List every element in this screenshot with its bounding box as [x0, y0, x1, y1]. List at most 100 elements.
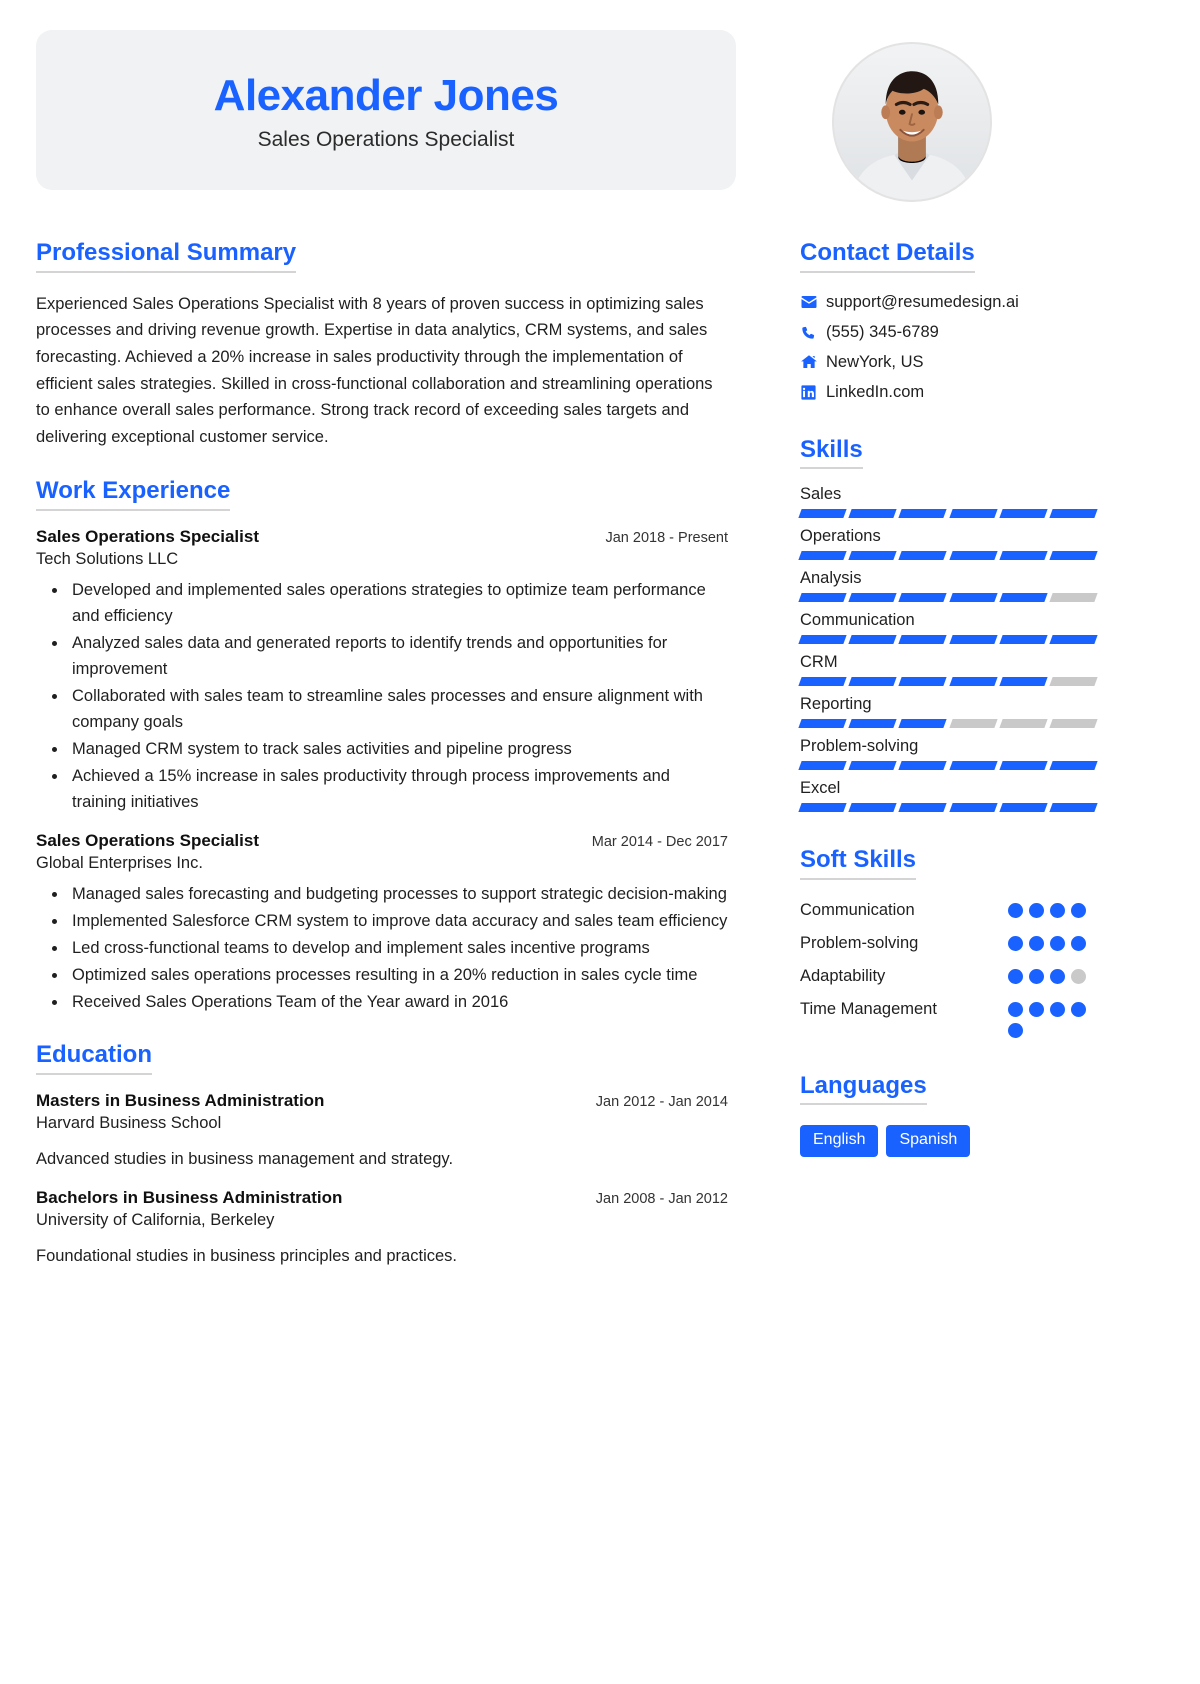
skill-segment	[898, 593, 948, 603]
skill-segment	[948, 719, 998, 729]
experience-entry: Sales Operations Specialist Mar 2014 - De…	[36, 831, 728, 1015]
skill-segment	[798, 593, 847, 603]
experience-company: Tech Solutions LLC	[36, 549, 179, 568]
skill-segment	[798, 803, 847, 813]
language-chip[interactable]: English	[800, 1125, 879, 1157]
experience-bullet: Received Sales Operations Team of the Ye…	[68, 989, 728, 1015]
soft-skill-dots	[1008, 898, 1100, 918]
education-entry-list: Masters in Business Administration Jan 20…	[36, 1091, 728, 1269]
skill-segment	[848, 803, 897, 813]
main-column: Professional Summary Experienced Sales O…	[36, 239, 736, 1294]
skill-segment	[798, 509, 847, 519]
contact-item[interactable]: support@resumedesign.ai	[800, 293, 1100, 312]
language-chip[interactable]: Spanish	[886, 1125, 971, 1157]
skill-segment	[948, 803, 998, 813]
experience-date-range: Jan 2018 - Present	[605, 529, 728, 546]
soft-skill-dot	[1029, 1001, 1044, 1017]
contact-value: LinkedIn.com	[826, 382, 925, 401]
avatar-photo-icon	[834, 44, 990, 200]
section-heading-skills: Skills	[800, 436, 863, 470]
section-soft-skills: Soft Skills Communication Problem-solving…	[800, 846, 1100, 1038]
skill-level-bar	[798, 593, 1098, 603]
skill-name: Excel	[800, 779, 841, 798]
skill-segment	[999, 761, 1048, 771]
contact-value: support@resumedesign.ai	[826, 292, 1019, 311]
resume-body: Professional Summary Experienced Sales O…	[36, 239, 1164, 1294]
skill-row: Excel	[798, 779, 1100, 813]
education-entry: Bachelors in Business Administration Jan …	[36, 1188, 728, 1269]
experience-bullet: Managed sales forecasting and budgeting …	[68, 881, 728, 907]
skill-name: Operations	[800, 527, 881, 546]
contact-value: NewYork, US	[826, 352, 924, 371]
skill-row: Analysis	[798, 569, 1100, 603]
phone-icon	[800, 324, 826, 341]
education-description: Advanced studies in business management …	[36, 1149, 454, 1168]
envelope-icon	[800, 293, 826, 311]
education-entry-header: Masters in Business Administration Jan 20…	[36, 1091, 728, 1111]
experience-bullet: Optimized sales operations processes res…	[68, 962, 728, 988]
skill-name: Analysis	[800, 569, 862, 588]
soft-skill-name: Adaptability	[800, 966, 886, 985]
skill-segment	[948, 509, 998, 519]
skill-segment	[1049, 677, 1098, 687]
skill-segment	[848, 593, 897, 603]
skill-segment	[999, 803, 1048, 813]
experience-bullet-list: Developed and implemented sales operatio…	[36, 577, 728, 816]
soft-skill-row: Adaptability	[800, 964, 1100, 989]
soft-skill-dots	[1008, 931, 1100, 951]
skill-name: CRM	[800, 653, 838, 672]
skill-segment	[1049, 803, 1098, 813]
summary-text: Experienced Sales Operations Specialist …	[36, 294, 713, 447]
soft-skill-dot	[1071, 902, 1086, 918]
skill-row: Problem-solving	[798, 737, 1100, 771]
soft-skill-dot	[1071, 935, 1086, 951]
skill-segment	[1049, 593, 1098, 603]
contact-item[interactable]: (555) 345-6789	[800, 323, 1100, 342]
skill-level-bar	[798, 803, 1098, 813]
experience-job-title: Sales Operations Specialist	[36, 831, 259, 851]
experience-bullet: Achieved a 15% increase in sales product…	[68, 763, 728, 815]
education-date-range: Jan 2012 - Jan 2014	[595, 1093, 728, 1110]
skill-segment	[948, 635, 998, 645]
soft-skill-row: Communication	[800, 898, 1100, 923]
skill-level-bar	[798, 677, 1098, 687]
soft-skill-dot	[1029, 935, 1044, 951]
skill-segment	[898, 677, 948, 687]
experience-bullet: Collaborated with sales team to streamli…	[68, 683, 728, 735]
education-entry: Masters in Business Administration Jan 20…	[36, 1091, 728, 1172]
skill-segment	[848, 551, 897, 561]
soft-skill-row: Problem-solving	[800, 931, 1100, 956]
skill-segment	[999, 719, 1048, 729]
experience-bullet: Analyzed sales data and generated report…	[68, 630, 728, 682]
skill-row: Reporting	[798, 695, 1100, 729]
skill-segment	[898, 803, 948, 813]
skill-segment	[1049, 509, 1098, 519]
skill-segment	[848, 509, 897, 519]
skill-segment	[948, 551, 998, 561]
soft-skill-row: Time Management	[800, 997, 1100, 1038]
contact-item[interactable]: LinkedIn.com	[800, 383, 1100, 402]
education-degree: Masters in Business Administration	[36, 1090, 325, 1110]
soft-skill-dot	[1029, 902, 1044, 918]
skill-segment	[798, 761, 847, 771]
soft-skill-dot	[1050, 935, 1065, 951]
skill-row: CRM	[798, 653, 1100, 687]
name-card: Alexander Jones Sales Operations Special…	[36, 30, 736, 190]
skill-segment	[898, 551, 948, 561]
skill-segment	[1049, 551, 1098, 561]
job-title: Sales Operations Specialist	[257, 128, 515, 152]
skill-segment	[898, 719, 948, 729]
contact-item[interactable]: NewYork, US	[800, 353, 1100, 372]
skill-level-bar	[798, 761, 1098, 771]
soft-skill-dot	[1050, 902, 1065, 918]
skill-segment	[948, 677, 998, 687]
skill-segment	[798, 635, 847, 645]
skill-segment	[999, 509, 1048, 519]
soft-skill-dot	[1029, 968, 1044, 984]
skill-name: Sales	[800, 485, 842, 504]
soft-skill-dot	[1008, 935, 1023, 951]
skills-list: Sales Operations Analysis Communication CRM R…	[798, 485, 1100, 813]
skill-segment	[1049, 761, 1098, 771]
experience-entry: Sales Operations Specialist Jan 2018 - Pr…	[36, 527, 728, 816]
section-heading-summary: Professional Summary	[36, 239, 297, 273]
